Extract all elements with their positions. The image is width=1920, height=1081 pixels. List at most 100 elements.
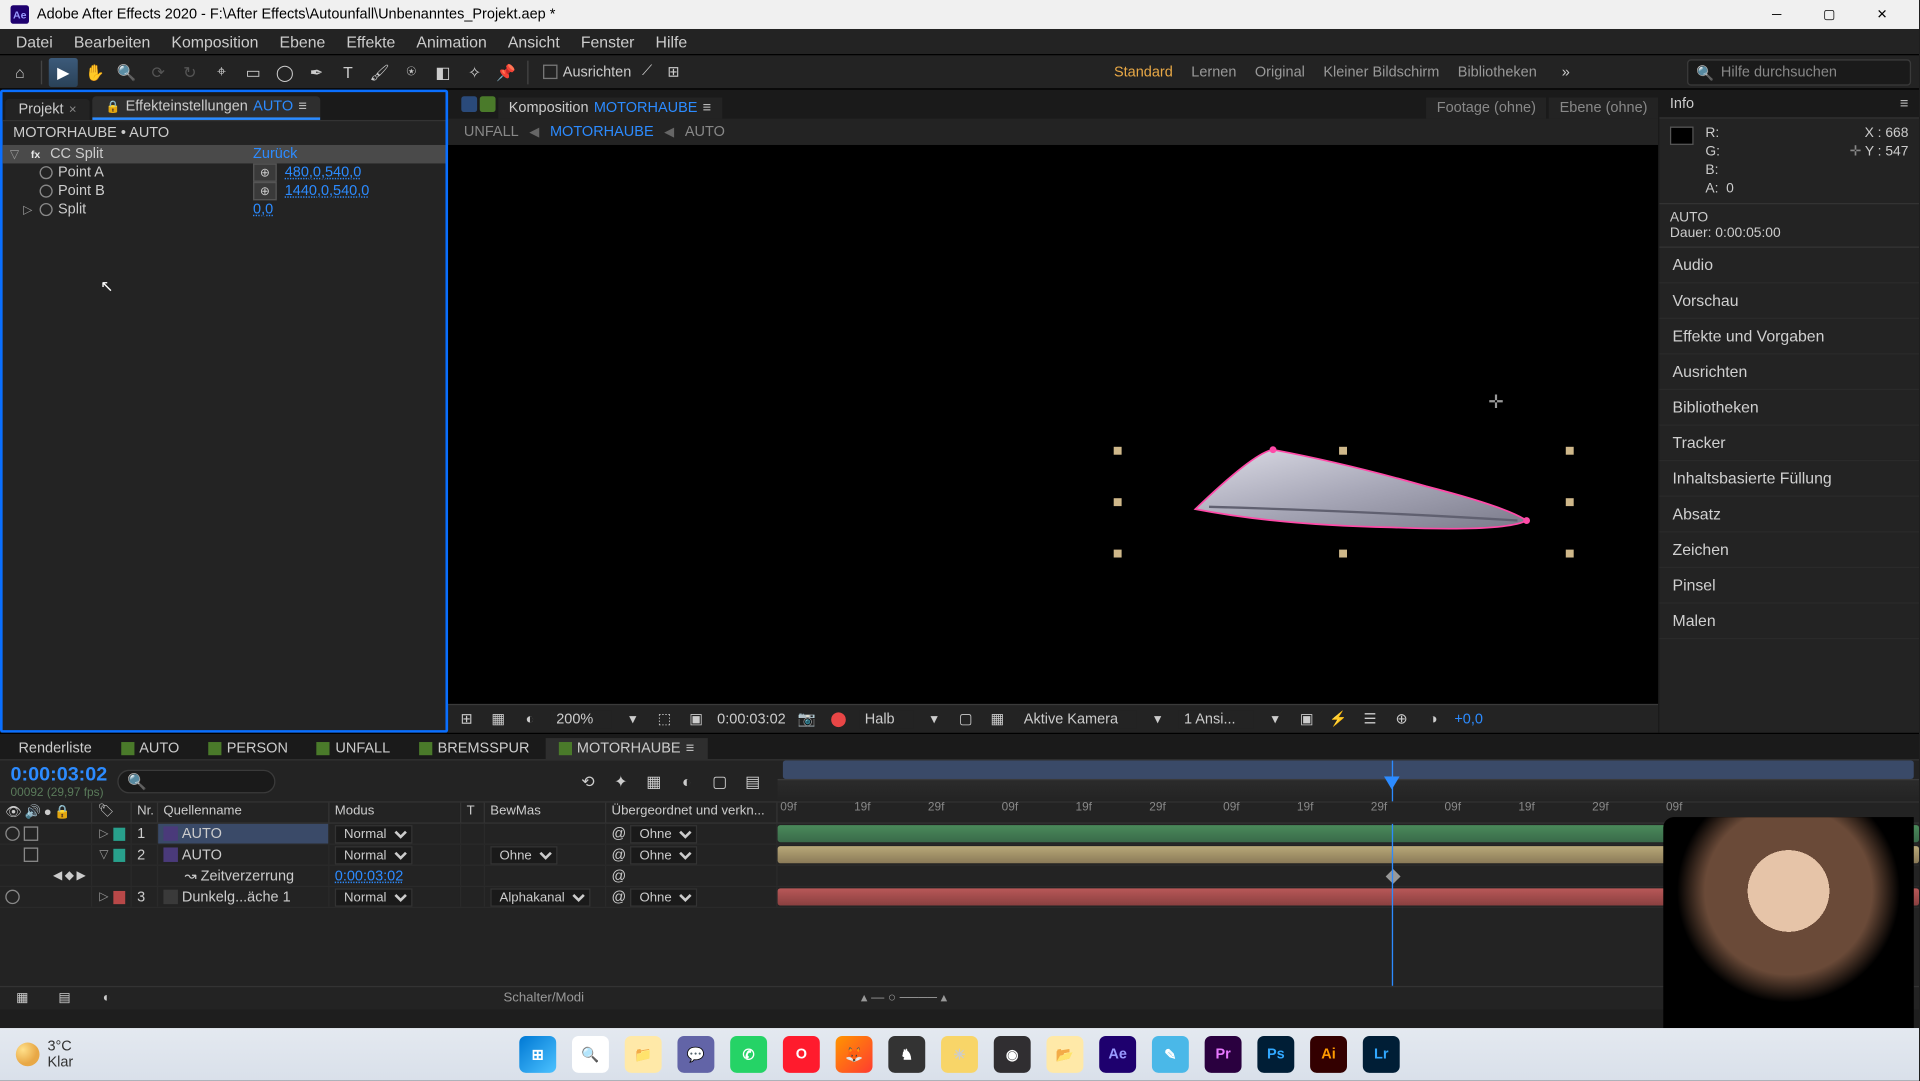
transparency-icon[interactable]: ▦	[987, 708, 1008, 729]
tl-tab-motorhaube[interactable]: MOTORHAUBE≡	[545, 738, 707, 759]
exposure-reset-icon[interactable]: ◑	[1423, 708, 1444, 729]
menu-ebene[interactable]: Ebene	[269, 30, 336, 54]
blend-mode-select[interactable]: Normal	[335, 845, 413, 863]
panel-align[interactable]: Ausrichten	[1659, 355, 1919, 391]
panel-character[interactable]: Zeichen	[1659, 532, 1919, 568]
tab-effect-controls[interactable]: 🔒 Effekteinstellungen AUTO ≡	[92, 96, 320, 120]
timecode-icon[interactable]: ▣	[686, 708, 707, 729]
reset-link[interactable]: Zurück	[253, 146, 297, 162]
layer-name[interactable]: AUTO	[158, 845, 329, 865]
panel-brushes[interactable]: Pinsel	[1659, 568, 1919, 604]
roto-tool[interactable]: ✧	[460, 57, 489, 86]
bbox-handle[interactable]	[1114, 498, 1122, 506]
twirl-icon[interactable]: ▷	[98, 890, 111, 904]
layer-name[interactable]: Dunkelg...äche 1	[158, 887, 329, 907]
mask-icon[interactable]: ◐	[519, 708, 540, 729]
point-b-value[interactable]: 1440,0,540,0	[285, 183, 370, 199]
tab-project[interactable]: Projekt×	[5, 99, 89, 120]
comp-mini1-icon[interactable]: ⟲	[573, 766, 602, 795]
panel-paint[interactable]: Malen	[1659, 604, 1919, 640]
effect-name[interactable]: CC Split	[50, 146, 103, 162]
workspace-more-icon[interactable]: »	[1555, 58, 1576, 87]
orbit-tool[interactable]: ⟳	[144, 57, 173, 86]
comp-mini5-icon[interactable]: ▢	[705, 766, 734, 795]
parent-select[interactable]: Ohne	[630, 824, 697, 842]
panel-menu-icon[interactable]: ≡	[686, 741, 694, 757]
solo-col-icon[interactable]: ●	[44, 805, 52, 819]
panel-menu-icon[interactable]: ≡	[703, 100, 711, 116]
snap-checkbox[interactable]	[543, 65, 557, 79]
breadcrumb-item[interactable]: AUTO	[685, 124, 725, 140]
pickwhip-icon[interactable]: @	[612, 889, 627, 905]
visibility-toggle[interactable]	[5, 826, 19, 840]
viewer-time[interactable]: 0:00:03:02	[717, 711, 786, 727]
close-icon[interactable]: ×	[69, 102, 77, 116]
pickwhip-icon[interactable]: @	[612, 826, 627, 842]
pickwhip-icon[interactable]: @	[612, 868, 627, 884]
twirl-icon[interactable]: ▷	[21, 202, 34, 216]
crosshair-button[interactable]: ⊕	[253, 182, 277, 200]
type-tool[interactable]: T	[333, 57, 362, 86]
chevron-down-icon[interactable]: ▾	[1147, 708, 1168, 729]
taskbar-weather[interactable]: 3°CKlar	[16, 1039, 73, 1071]
bbox-handle[interactable]	[1566, 447, 1574, 455]
panel-effects-presets[interactable]: Effekte und Vorgaben	[1659, 319, 1919, 355]
playhead[interactable]	[1392, 760, 1393, 801]
breadcrumb-item[interactable]: MOTORHAUBE	[550, 124, 654, 140]
visibility-toggle[interactable]	[5, 890, 19, 904]
exposure-value[interactable]: +0,0	[1454, 711, 1483, 727]
snap-options-icon[interactable]: ⟋	[637, 57, 658, 86]
taskbar-whatsapp[interactable]: ✆	[726, 1032, 771, 1077]
audio-toggle[interactable]	[24, 847, 38, 861]
hand-tool[interactable]: ✋	[80, 57, 109, 86]
chevron-down-icon[interactable]: ▾	[622, 708, 643, 729]
taskbar-opera[interactable]: O	[779, 1032, 824, 1077]
pickwhip-icon[interactable]: @	[612, 847, 627, 863]
chevron-down-icon[interactable]: ▾	[1265, 708, 1286, 729]
trkmat-select[interactable]: Ohne	[490, 845, 557, 863]
timeline-icon[interactable]: ☰	[1359, 708, 1380, 729]
playhead-line[interactable]	[1392, 824, 1393, 986]
clone-tool[interactable]: ⍟	[397, 57, 426, 86]
composition-viewer[interactable]: ✛	[448, 145, 1658, 704]
pen-tool[interactable]: ✒	[302, 57, 331, 86]
views-select[interactable]: 1 Ansi...	[1179, 710, 1254, 728]
taskbar-folder[interactable]: 📂	[1043, 1032, 1088, 1077]
taskbar-explorer[interactable]: 📁	[621, 1032, 666, 1077]
workspace-lernen[interactable]: Lernen	[1191, 65, 1236, 81]
bbox-handle[interactable]	[1114, 447, 1122, 455]
roi-icon[interactable]: ▢	[955, 708, 976, 729]
tab-ebene[interactable]: Ebene (ohne)	[1549, 98, 1658, 119]
snapshot-icon[interactable]: 📷	[796, 708, 817, 729]
point-a-value[interactable]: 480,0,540,0	[285, 165, 362, 181]
rectangle-tool[interactable]: ▭	[239, 57, 268, 86]
current-time[interactable]: 0:00:03:02	[11, 763, 108, 785]
crosshair-button[interactable]: ⊕	[253, 163, 277, 181]
search-help[interactable]: 🔍 Hilfe durchsuchen	[1687, 59, 1911, 85]
workspace-original[interactable]: Original	[1255, 65, 1305, 81]
menu-animation[interactable]: Animation	[406, 30, 497, 54]
audio-col-icon[interactable]: 🔊	[25, 805, 41, 819]
layer-color[interactable]	[113, 848, 126, 861]
comp-mini3-icon[interactable]: ▦	[639, 766, 668, 795]
menu-effekte[interactable]: Effekte	[336, 30, 406, 54]
split-value[interactable]: 0,0	[253, 202, 273, 218]
parent-select[interactable]: Ohne	[630, 845, 697, 863]
magnification-icon[interactable]: ⊞	[456, 708, 477, 729]
menu-datei[interactable]: Datei	[5, 30, 63, 54]
taskbar-lightroom[interactable]: Lr	[1359, 1032, 1404, 1077]
puppet-tool[interactable]: 📌	[492, 57, 521, 86]
stopwatch-icon[interactable]	[40, 203, 53, 216]
menu-bearbeiten[interactable]: Bearbeiten	[63, 30, 161, 54]
panel-libraries[interactable]: Bibliotheken	[1659, 390, 1919, 426]
chevron-left-icon[interactable]: ◀	[664, 125, 674, 139]
comp-mini2-icon[interactable]: ✦	[606, 766, 635, 795]
bbox-handle[interactable]	[1114, 550, 1122, 558]
resolution-icon[interactable]: ⬚	[654, 708, 675, 729]
layer-name[interactable]: AUTO	[158, 824, 329, 844]
maximize-button[interactable]: ▢	[1803, 0, 1856, 29]
grid-icon[interactable]: ▦	[488, 708, 509, 729]
toggle3-icon[interactable]: ◐	[92, 984, 121, 1013]
layer-content[interactable]	[1160, 443, 1555, 546]
menu-hilfe[interactable]: Hilfe	[645, 30, 698, 54]
